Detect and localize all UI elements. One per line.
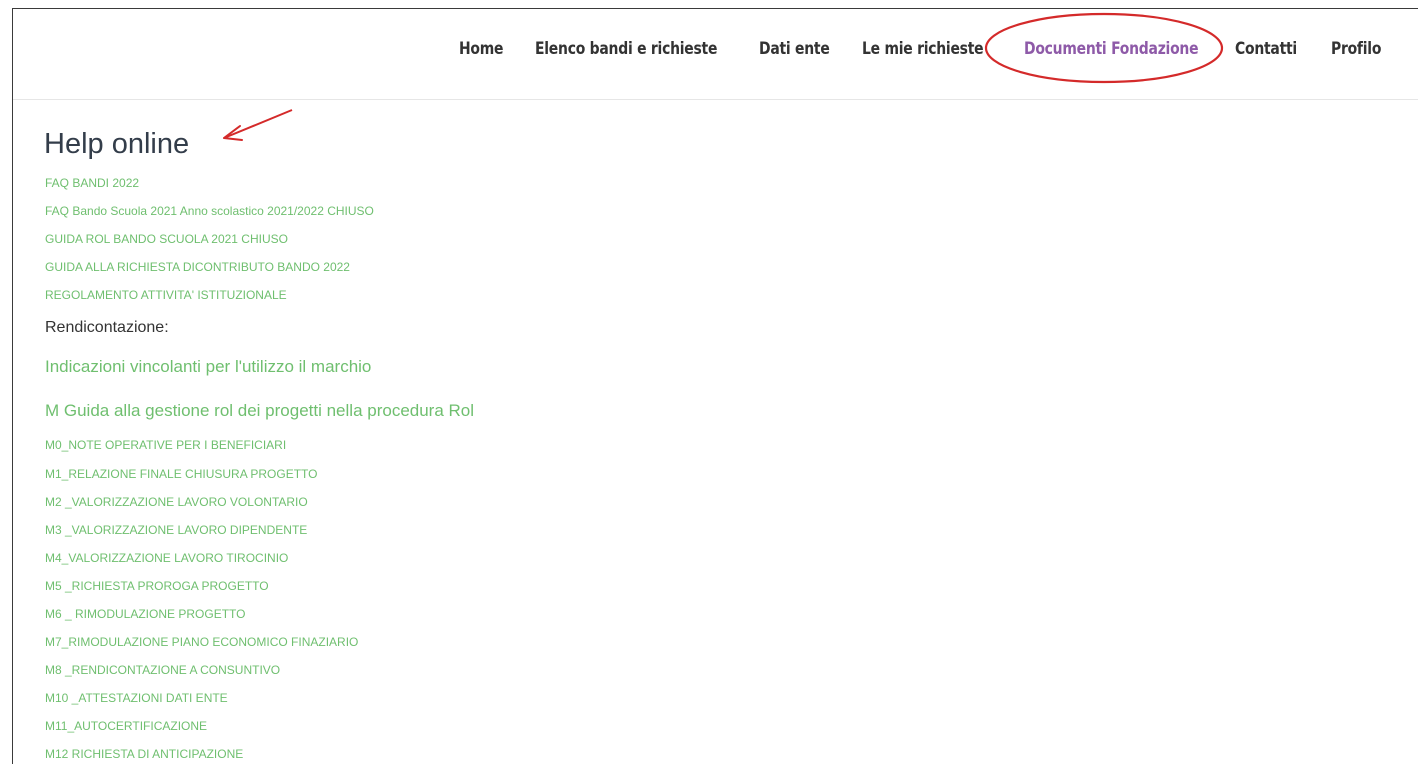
link-regolamento-attivita[interactable]: REGOLAMENTO ATTIVITA' ISTITUZIONALE (45, 287, 287, 303)
link-m1[interactable]: M1_RELAZIONE FINALE CHIUSURA PROGETTO (45, 466, 318, 482)
link-faq-bando-scuola-2021[interactable]: FAQ Bando Scuola 2021 Anno scolastico 20… (45, 203, 374, 219)
nav-le-mie-richieste[interactable]: Le mie richieste (862, 37, 984, 61)
top-navbar: Home Elenco bandi e richieste Dati ente … (13, 9, 1418, 100)
nav-profilo[interactable]: Profilo (1331, 37, 1381, 61)
link-m11[interactable]: M11_AUTOCERTIFICAZIONE (45, 718, 207, 734)
link-faq-bandi-2022[interactable]: FAQ BANDI 2022 (45, 175, 139, 191)
link-m5[interactable]: M5 _RICHIESTA PROROGA PROGETTO (45, 578, 269, 594)
link-m2[interactable]: M2 _VALORIZZAZIONE LAVORO VOLONTARIO (45, 494, 308, 510)
link-m6[interactable]: M6 _ RIMODULAZIONE PROGETTO (45, 606, 245, 622)
nav-documenti-fondazione[interactable]: Documenti Fondazione (1024, 37, 1199, 61)
link-m4[interactable]: M4_VALORIZZAZIONE LAVORO TIROCINIO (45, 550, 288, 566)
page-title: Help online (44, 128, 190, 160)
window-frame-left (12, 8, 13, 764)
red-arrow-annotation (223, 109, 293, 141)
link-guida-rol-bando-scuola[interactable]: GUIDA ROL BANDO SCUOLA 2021 CHIUSO (45, 231, 288, 247)
link-indicazioni-marchio[interactable]: Indicazioni vincolanti per l'utilizzo il… (45, 356, 371, 378)
nav-contatti[interactable]: Contatti (1235, 37, 1297, 61)
nav-elenco-bandi[interactable]: Elenco bandi e richieste (535, 37, 717, 61)
link-guida-richiesta-contributo[interactable]: GUIDA ALLA RICHIESTA DICONTRIBUTO BANDO … (45, 259, 350, 275)
link-m12[interactable]: M12 RICHIESTA DI ANTICIPAZIONE (45, 746, 243, 762)
link-m8[interactable]: M8 _RENDICONTAZIONE A CONSUNTIVO (45, 662, 280, 678)
section-label-rendicontazione: Rendicontazione: (45, 319, 169, 336)
link-m7[interactable]: M7_RIMODULAZIONE PIANO ECONOMICO FINAZIA… (45, 634, 358, 650)
link-m0[interactable]: M0_NOTE OPERATIVE PER I BENEFICIARI (45, 437, 286, 453)
link-m3[interactable]: M3 _VALORIZZAZIONE LAVORO DIPENDENTE (45, 522, 307, 538)
nav-home[interactable]: Home (459, 37, 503, 61)
link-guida-gestione-rol[interactable]: M Guida alla gestione rol dei progetti n… (45, 400, 474, 422)
link-m10[interactable]: M10 _ATTESTAZIONI DATI ENTE (45, 690, 228, 706)
nav-dati-ente[interactable]: Dati ente (759, 37, 830, 61)
